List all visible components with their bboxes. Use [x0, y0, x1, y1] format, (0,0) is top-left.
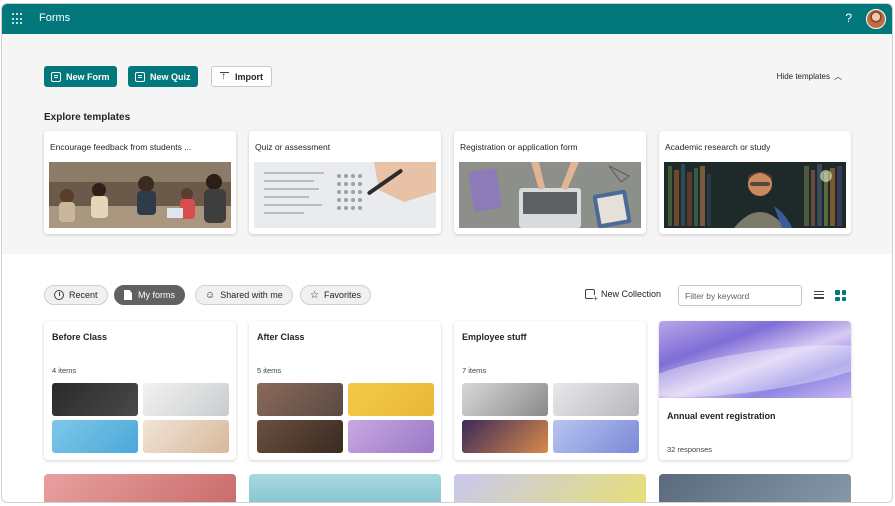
import-icon [220, 71, 229, 83]
collection-title: Before Class [52, 332, 108, 342]
collection-count: 5 items [257, 366, 282, 375]
form-card[interactable]: Annual event registration 32 responses [659, 321, 851, 460]
form-card-partial[interactable] [454, 474, 646, 502]
new-collection-icon [585, 289, 598, 303]
form-card-partial[interactable] [44, 474, 236, 502]
collection-count: 4 items [52, 366, 77, 375]
new-quiz-button[interactable]: New Quiz [128, 66, 198, 87]
tab-recent[interactable]: Recent [44, 285, 108, 305]
thumbnail-group [257, 383, 343, 416]
form-card-partial[interactable] [659, 474, 851, 502]
template-image [664, 162, 846, 228]
list-view-icon[interactable] [814, 291, 824, 299]
people-icon: ☺ [205, 289, 216, 301]
template-card-feedback[interactable]: Encourage feedback from students ... [44, 131, 236, 234]
import-button[interactable]: Import [211, 66, 272, 87]
template-card-quiz[interactable]: Quiz or assessment [249, 131, 441, 234]
app-title[interactable]: Forms [39, 12, 70, 24]
grid-view-icon[interactable] [835, 290, 846, 301]
thumbnail-event [462, 420, 548, 453]
star-icon: ☆ [310, 289, 319, 301]
collection-count: 7 items [462, 366, 487, 375]
collection-card[interactable]: After Class 5 items [249, 321, 441, 460]
form-title: Annual event registration [667, 411, 776, 421]
chevron-up-icon: ︿ [834, 72, 842, 81]
thumbnail-pencils [143, 420, 229, 453]
thumbnail-audience [257, 420, 343, 453]
document-icon [124, 290, 132, 300]
template-title: Registration or application form [460, 142, 578, 152]
form-card-partial[interactable] [249, 474, 441, 502]
template-card-registration[interactable]: Registration or application form [454, 131, 646, 234]
new-quiz-label: New Quiz [150, 71, 191, 82]
thumbnail-books [348, 420, 434, 453]
form-icon [51, 71, 61, 82]
thumbnail-laptop [462, 383, 548, 416]
thumbnail-supplies [52, 420, 138, 453]
help-icon[interactable]: ? [845, 11, 852, 25]
thumbnail-shapes [553, 383, 639, 416]
tab-my-forms[interactable]: My forms [114, 285, 185, 305]
collection-thumbnails [462, 383, 639, 453]
new-collection-label: New Collection [601, 289, 662, 299]
tab-shared-with-me[interactable]: ☺ Shared with me [195, 285, 293, 305]
collection-card[interactable]: Before Class 4 items [44, 321, 236, 460]
template-image [459, 162, 641, 228]
thumbnail-illustration [348, 383, 434, 416]
template-image [49, 162, 231, 228]
app-window: Forms ? New Form New Quiz Import Hide te… [1, 3, 893, 503]
collection-title: After Class [257, 332, 305, 342]
top-bar: Forms ? [2, 4, 892, 34]
new-form-label: New Form [66, 71, 110, 82]
tab-label: My forms [138, 290, 175, 300]
tab-label: Recent [69, 290, 98, 300]
new-form-button[interactable]: New Form [44, 66, 117, 87]
tab-label: Shared with me [220, 290, 283, 300]
template-title: Academic research or study [665, 142, 771, 152]
thumbnail-abstract [553, 420, 639, 453]
template-title: Quiz or assessment [255, 142, 331, 152]
tab-favorites[interactable]: ☆ Favorites [300, 285, 371, 305]
templates-area: New Form New Quiz Import Hide templates ︿… [2, 34, 892, 254]
avatar[interactable] [866, 9, 886, 29]
template-card-research[interactable]: Academic research or study [659, 131, 851, 234]
form-hero-image [659, 321, 851, 398]
thumbnail-chalkboard [52, 383, 138, 416]
template-title: Encourage feedback from students ... [50, 142, 192, 152]
hide-templates-button[interactable]: Hide templates ︿ [777, 71, 842, 82]
new-collection-button[interactable]: New Collection [585, 289, 662, 303]
import-label: Import [235, 71, 263, 82]
thumbnail-notebook [143, 383, 229, 416]
hide-templates-label: Hide templates [776, 72, 830, 81]
app-launcher-icon[interactable] [12, 13, 24, 25]
collection-thumbnails [257, 383, 434, 453]
template-image [254, 162, 436, 228]
tab-label: Favorites [323, 290, 361, 300]
collection-title: Employee stuff [462, 332, 527, 342]
quiz-icon [135, 71, 145, 82]
filter-keyword-input[interactable] [678, 285, 802, 306]
clock-icon [54, 290, 64, 300]
form-responses: 32 responses [667, 445, 713, 454]
explore-templates-heading: Explore templates [44, 112, 131, 123]
collection-card[interactable]: Employee stuff 7 items [454, 321, 646, 460]
collection-thumbnails [52, 383, 229, 453]
